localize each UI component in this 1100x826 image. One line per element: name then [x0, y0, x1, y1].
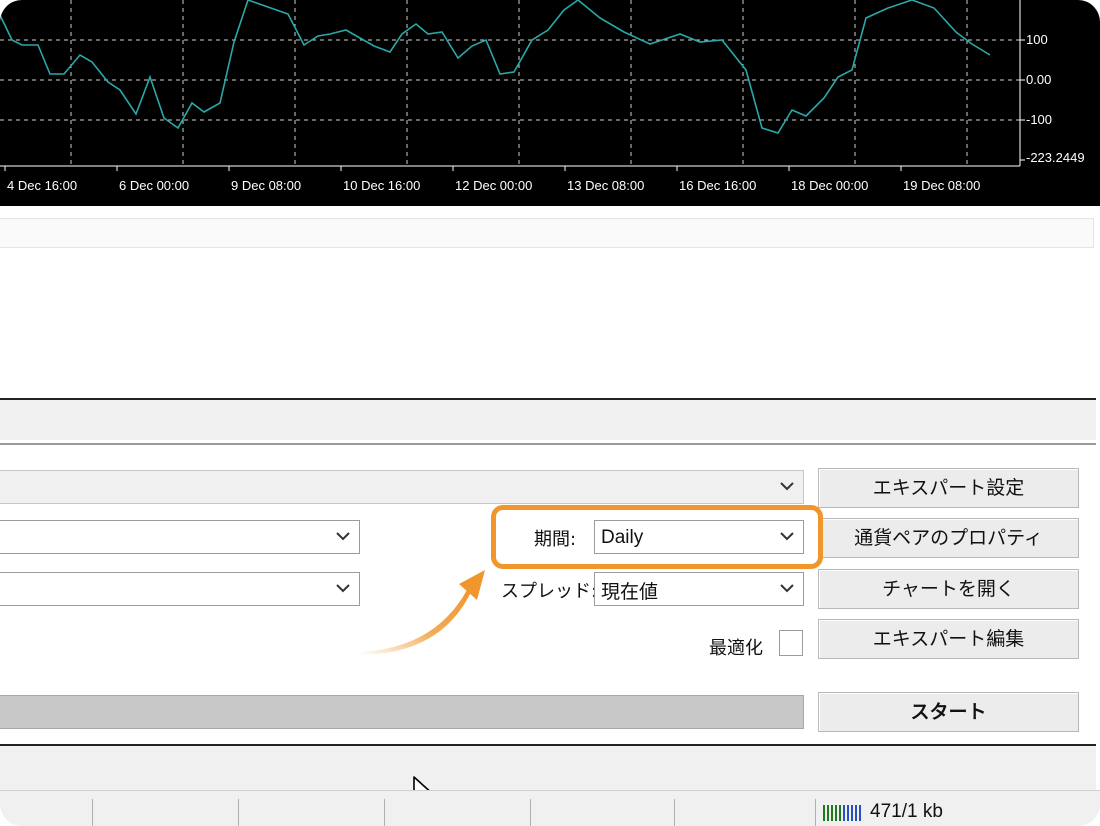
- price-tick-label: 100: [1026, 32, 1048, 47]
- optimization-checkbox[interactable]: [779, 630, 803, 656]
- period-highlight-frame: [491, 505, 823, 569]
- date-tick-label: 10 Dec 16:00: [343, 178, 421, 193]
- indicator-chart-canvas: [0, 0, 1025, 171]
- date-tick-label: 12 Dec 00:00: [455, 178, 533, 193]
- chevron-down-icon[interactable]: [327, 521, 359, 553]
- spread-select-value: 現在値: [601, 582, 659, 603]
- indicator-line: [0, 0, 991, 134]
- date-tick-label: 6 Dec 00:00: [119, 178, 190, 193]
- expert-advisor-select[interactable]: [0, 470, 804, 504]
- edit-expert-button[interactable]: エキスパート編集: [818, 619, 1079, 659]
- symbol-select[interactable]: [0, 520, 360, 554]
- model-select[interactable]: [0, 572, 360, 606]
- status-separator: [674, 799, 675, 826]
- price-tick-label: -100: [1026, 112, 1053, 127]
- date-tick-label: 19 Dec 08:00: [903, 178, 981, 193]
- date-tick-label: 4 Dec 16:00: [7, 178, 78, 193]
- tester-tabs-bar: [0, 746, 1096, 790]
- symbol-properties-button[interactable]: 通貨ペアのプロパティ: [818, 518, 1079, 558]
- price-tick-label: 0.00: [1026, 72, 1052, 87]
- chevron-down-icon[interactable]: [771, 471, 803, 503]
- date-tick-label: 13 Dec 08:00: [567, 178, 645, 193]
- date-tick-label: 9 Dec 08:00: [231, 178, 302, 193]
- open-chart-button[interactable]: チャートを開く: [818, 569, 1079, 609]
- panel-tab-strip: [0, 218, 1094, 248]
- date-tick-label: 18 Dec 00:00: [791, 178, 869, 193]
- test-progress-bar: [0, 695, 804, 729]
- start-button[interactable]: スタート: [818, 692, 1079, 732]
- price-tick-label: -223.2449: [1026, 150, 1085, 165]
- status-bar: 471/1 kb: [0, 790, 1100, 826]
- status-separator: [815, 799, 816, 826]
- chevron-down-icon[interactable]: [771, 573, 803, 605]
- status-separator: [92, 799, 93, 826]
- journal-area: [0, 248, 1096, 398]
- status-separator: [384, 799, 385, 826]
- expert-settings-button[interactable]: エキスパート設定: [818, 468, 1079, 508]
- annotation-arrow-icon: [360, 570, 485, 655]
- status-separator: [530, 799, 531, 826]
- date-tick-label: 16 Dec 16:00: [679, 178, 757, 193]
- panel-toolbar: [0, 400, 1096, 440]
- status-separator: [238, 799, 239, 826]
- spread-select[interactable]: 現在値: [594, 572, 804, 606]
- price-chart: 100 0.00 -100 -223.2449 4 Dec 16:00 6 De…: [0, 0, 1100, 206]
- traffic-readout: 471/1 kb: [870, 801, 943, 822]
- spread-label: スプレッド:: [501, 581, 598, 602]
- app-window: 100 0.00 -100 -223.2449 4 Dec 16:00 6 De…: [0, 0, 1100, 826]
- connection-bars-icon: [823, 805, 861, 821]
- optimization-label: 最適化: [709, 638, 763, 659]
